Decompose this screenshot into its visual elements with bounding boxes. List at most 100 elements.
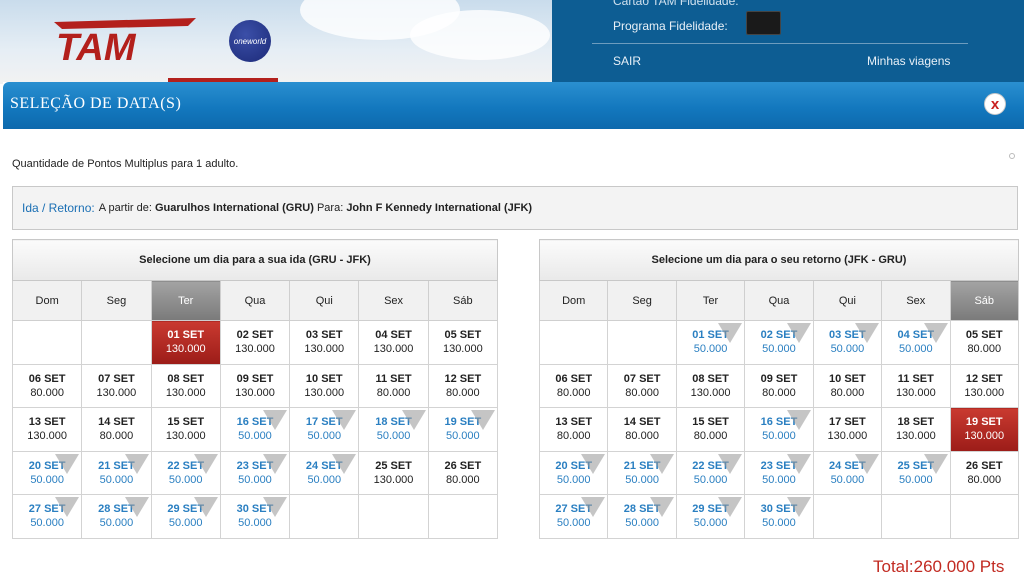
day-cell[interactable]: 22 SET 50.000 — [150, 450, 221, 495]
day-cell[interactable]: 30 SET 50.000 — [219, 494, 291, 539]
day-cell[interactable]: 02 SET 130.000 — [219, 320, 291, 365]
day-points: 130.000 — [895, 430, 936, 443]
day-cell[interactable]: 07 SET 130.000 — [81, 363, 152, 408]
day-date: 02 SET — [236, 329, 274, 342]
day-cell[interactable]: 30 SET 50.000 — [744, 494, 814, 539]
account-divider — [592, 43, 968, 44]
day-cell[interactable]: 17 SET 50.000 — [289, 407, 360, 452]
day-cell[interactable]: 04 SET 130.000 — [358, 320, 429, 365]
day-points: 50.000 — [898, 473, 933, 486]
weekday-header: Seg — [81, 280, 152, 321]
day-cell[interactable]: 27 SET 50.000 — [11, 494, 83, 539]
day-cell[interactable]: 12 SET 130.000 — [949, 363, 1020, 408]
day-cell[interactable]: 15 SET 130.000 — [150, 407, 221, 452]
day-date: 07 SET — [623, 372, 661, 385]
close-button[interactable]: x — [984, 93, 1006, 115]
day-cell[interactable]: 03 SET 130.000 — [289, 320, 360, 365]
day-cell[interactable]: 07 SET 80.000 — [607, 363, 677, 408]
day-points: 80.000 — [967, 473, 1002, 486]
day-points: 50.000 — [99, 473, 134, 486]
day-cell[interactable]: 11 SET 80.000 — [358, 363, 429, 408]
empty-day-cell — [812, 494, 883, 539]
day-cell[interactable]: 02 SET 50.000 — [744, 320, 814, 365]
day-cell[interactable]: 04 SET 50.000 — [881, 320, 951, 365]
logout-link[interactable]: SAIR — [613, 54, 641, 68]
day-cell[interactable]: 01 SET 130.000 — [150, 320, 221, 365]
day-cell[interactable]: 18 SET 130.000 — [881, 407, 951, 452]
day-cell[interactable]: 28 SET 50.000 — [607, 494, 677, 539]
day-date: 14 SET — [98, 416, 135, 429]
day-cell[interactable]: 29 SET 50.000 — [675, 494, 746, 539]
day-cell[interactable]: 06 SET 80.000 — [538, 363, 609, 408]
day-points: 130.000 — [165, 430, 206, 443]
day-cell[interactable]: 26 SET 80.000 — [427, 450, 499, 495]
day-date: 02 SET — [760, 329, 798, 342]
day-date: 27 SET — [28, 503, 66, 516]
day-cell[interactable]: 24 SET 50.000 — [812, 450, 883, 495]
day-cell[interactable]: 24 SET 50.000 — [289, 450, 360, 495]
day-cell[interactable]: 28 SET 50.000 — [81, 494, 152, 539]
tam-logo[interactable]: TAM — [48, 16, 198, 64]
day-date: 29 SET — [167, 503, 205, 516]
day-cell[interactable]: 03 SET 50.000 — [812, 320, 883, 365]
day-cell[interactable]: 15 SET 80.000 — [675, 407, 746, 452]
weekday-header: Qui — [289, 280, 360, 321]
day-points: 50.000 — [625, 517, 659, 530]
inbound-calendar: Selecione um dia para o seu retorno (JFK… — [538, 239, 1020, 539]
day-cell[interactable]: 25 SET 50.000 — [881, 450, 951, 495]
day-points: 130.000 — [235, 386, 275, 399]
day-date: 30 SET — [236, 503, 274, 516]
day-points: 50.000 — [238, 430, 272, 443]
day-cell[interactable]: 09 SET 130.000 — [219, 363, 291, 408]
day-cell[interactable]: 21 SET 50.000 — [607, 450, 677, 495]
day-cell[interactable]: 14 SET 80.000 — [81, 407, 152, 452]
day-points: 130.000 — [304, 343, 345, 356]
calendar-week-row: 27 SET 50.000 28 SET 50.000 29 SET 50.000 30 S… — [538, 494, 1020, 539]
day-date: 03 SET — [305, 329, 343, 342]
day-points: 80.000 — [376, 386, 411, 399]
day-cell[interactable]: 14 SET 80.000 — [607, 407, 677, 452]
day-points: 80.000 — [556, 386, 591, 399]
day-cell[interactable]: 08 SET 130.000 — [675, 363, 746, 408]
day-points: 50.000 — [693, 473, 728, 486]
day-cell[interactable]: 16 SET 50.000 — [219, 407, 291, 452]
day-cell[interactable]: 18 SET 50.000 — [358, 407, 429, 452]
day-cell[interactable]: 20 SET 50.000 — [11, 450, 83, 495]
day-cell[interactable]: 13 SET 80.000 — [538, 407, 609, 452]
day-cell[interactable]: 16 SET 50.000 — [744, 407, 814, 452]
day-cell[interactable]: 10 SET 130.000 — [289, 363, 360, 408]
day-cell[interactable]: 09 SET 80.000 — [744, 363, 814, 408]
day-cell[interactable]: 19 SET 130.000 — [949, 407, 1020, 452]
day-cell[interactable]: 23 SET 50.000 — [744, 450, 814, 495]
day-date: 11 SET — [897, 372, 934, 385]
day-cell[interactable]: 10 SET 80.000 — [812, 363, 883, 408]
day-cell[interactable]: 13 SET 130.000 — [11, 407, 83, 452]
day-cell[interactable]: 12 SET 80.000 — [427, 363, 499, 408]
day-date: 12 SET — [444, 372, 482, 385]
calendar-week-row: 13 SET 80.000 14 SET 80.000 15 SET 80.000 16 S… — [538, 407, 1020, 452]
day-date: 05 SET — [965, 329, 1003, 342]
radio-icon[interactable] — [1009, 153, 1015, 159]
day-cell[interactable]: 05 SET 130.000 — [427, 320, 499, 365]
day-cell[interactable]: 05 SET 80.000 — [949, 320, 1020, 365]
day-cell[interactable]: 06 SET 80.000 — [11, 363, 83, 408]
my-trips-link[interactable]: Minhas viagens — [867, 54, 950, 68]
day-cell[interactable]: 25 SET 130.000 — [358, 450, 429, 495]
day-date: 19 SET — [444, 416, 482, 429]
day-cell[interactable]: 23 SET 50.000 — [219, 450, 291, 495]
day-cell[interactable]: 17 SET 130.000 — [812, 407, 883, 452]
weekday-header: Dom — [11, 280, 83, 321]
day-cell[interactable]: 20 SET 50.000 — [538, 450, 609, 495]
day-cell[interactable]: 21 SET 50.000 — [81, 450, 152, 495]
day-cell[interactable]: 01 SET 50.000 — [675, 320, 746, 365]
calendar-week-row: 27 SET 50.000 28 SET 50.000 29 SET 50.000 30 S… — [11, 494, 499, 539]
day-cell[interactable]: 19 SET 50.000 — [427, 407, 499, 452]
day-cell[interactable]: 27 SET 50.000 — [538, 494, 609, 539]
day-points: 130.000 — [165, 343, 206, 356]
day-cell[interactable]: 29 SET 50.000 — [150, 494, 221, 539]
day-cell[interactable]: 11 SET 130.000 — [881, 363, 951, 408]
day-cell[interactable]: 26 SET 80.000 — [949, 450, 1020, 495]
day-cell[interactable]: 08 SET 130.000 — [150, 363, 221, 408]
day-points: 130.000 — [96, 386, 137, 399]
day-cell[interactable]: 22 SET 50.000 — [675, 450, 746, 495]
